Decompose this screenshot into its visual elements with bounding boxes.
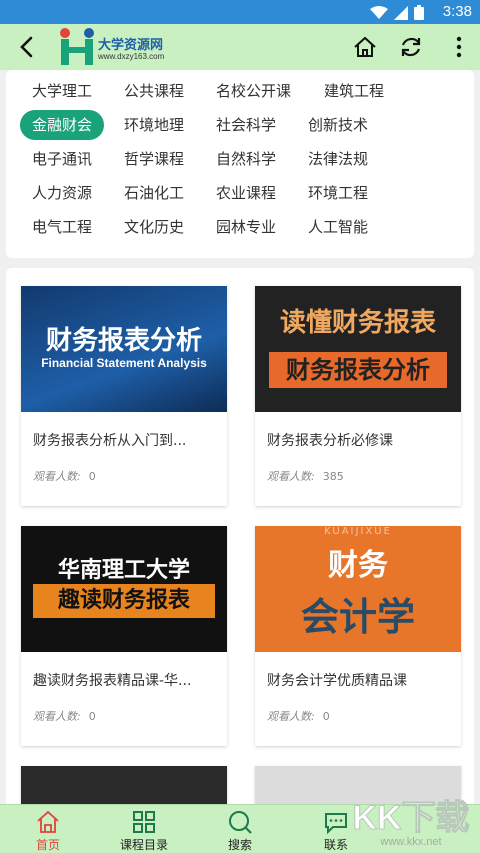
grid-icon [133,811,155,833]
category-item[interactable]: 文化历史 [112,212,196,242]
wifi-icon [370,5,388,19]
nav-label: 课程目录 [119,838,168,852]
views-label: 观看人数: [33,710,81,723]
course-title: 趣读财务报表精品课-华... [33,673,192,689]
views-count: 0 [88,710,96,723]
watermark-text: KK下载 [352,799,470,838]
course-views: 观看人数: 385 [267,468,344,484]
category-item[interactable]: 园林专业 [204,212,288,242]
category-item[interactable]: 石油化工 [112,178,196,208]
course-grid: 财务报表分析 Financial Statement Analysis 财务报表… [6,268,474,808]
thumbnail-text: 读懂财务报表 [279,308,436,338]
course-title: 财务报表分析必修课 [267,433,393,449]
category-item[interactable]: 环境地理 [112,110,196,140]
course-thumbnail: 读懂财务报表 财务报表分析 [255,286,461,412]
kkx-watermark: KK下载 www.kkx.net [346,790,476,853]
status-time: 3:38 [442,3,472,20]
thumbnail-subtext: 趣读财务报表 [33,584,215,618]
views-count: 0 [322,710,330,723]
course-card[interactable]: 读懂财务报表 财务报表分析 财务报表分析必修课 观看人数: 385 [255,286,461,506]
course-card[interactable]: KUAIJIXUE 财务 会计学 财务会计学优质精品课 观看人数: 0 [255,526,461,746]
course-card[interactable]: 华南理工大学 趣读财务报表 趣读财务报表精品课-华... 观看人数: 0 [21,526,227,746]
nav-tab-catalog[interactable]: 课程目录 [96,807,192,853]
home-icon[interactable] [352,34,378,60]
course-thumbnail: 财务报表分析 Financial Statement Analysis [21,286,227,412]
category-item[interactable]: 环境工程 [296,178,380,208]
category-item[interactable]: 电气工程 [20,212,104,242]
views-label: 观看人数: [267,470,315,483]
refresh-icon[interactable] [398,34,424,60]
course-card[interactable] [21,766,227,808]
category-panel: 大学理工 公共课程 名校公开课 建筑工程 金融财会 环境地理 社会科学 创新技术… [6,70,474,258]
category-item[interactable]: 农业课程 [204,178,288,208]
course-thumbnail: KUAIJIXUE 财务 会计学 [255,526,461,652]
app-bar: 大学资源网 www.dxzy163.com [0,24,480,70]
signal-icon [394,5,408,20]
thumbnail-text: 华南理工大学 [57,558,190,583]
views-count: 385 [322,470,344,483]
nav-label: 首页 [35,838,60,852]
category-item[interactable]: 人工智能 [296,212,380,242]
category-item[interactable]: 法律法规 [296,144,380,174]
course-card[interactable]: 财务报表分析 Financial Statement Analysis 财务报表… [21,286,227,506]
status-bar: 3:38 [0,0,480,24]
thumbnail-subtext: Financial Statement Analysis [41,356,207,370]
thumbnail-subtext: 会计学 [300,595,415,639]
course-title: 财务会计学优质精品课 [267,673,407,689]
course-views: 观看人数: 0 [33,708,96,724]
category-item-active[interactable]: 金融财会 [20,110,105,140]
home-icon [37,810,59,833]
nav-tab-home[interactable]: 首页 [0,807,96,853]
logo-url: www.dxzy163.com [98,52,165,61]
course-thumbnail [21,766,227,808]
more-menu-icon[interactable] [446,34,472,60]
category-item[interactable]: 创新技术 [296,110,380,140]
thumbnail-caption: KUAIJIXUE [324,526,392,537]
category-item[interactable]: 名校公开课 [204,76,303,106]
nav-label: 搜索 [227,838,252,852]
category-item[interactable]: 哲学课程 [112,144,196,174]
course-views: 观看人数: 0 [33,468,96,484]
category-item[interactable]: 电子通讯 [20,144,104,174]
nav-tab-search[interactable]: 搜索 [192,807,288,853]
course-thumbnail: 华南理工大学 趣读财务报表 [21,526,227,652]
category-item[interactable]: 建筑工程 [312,76,396,106]
course-title: 财务报表分析从入门到... [33,433,187,449]
search-icon [229,811,252,834]
category-item[interactable]: 自然科学 [204,144,288,174]
thumbnail-text: 财务报表分析 [45,326,202,356]
back-arrow-icon[interactable] [14,34,40,60]
logo-title: 大学资源网 [98,38,164,53]
site-logo[interactable]: 大学资源网 www.dxzy163.com [58,26,178,68]
category-item[interactable]: 大学理工 [20,76,104,106]
views-label: 观看人数: [267,710,315,723]
logo-people-icon [60,28,94,65]
views-label: 观看人数: [33,470,81,483]
status-icons [370,5,424,20]
views-count: 0 [88,470,96,483]
watermark-url: www.kkx.net [380,836,442,848]
thumbnail-text: 财务 [328,548,388,583]
category-item[interactable]: 人力资源 [20,178,104,208]
battery-icon [414,5,424,20]
thumbnail-subtext: 财务报表分析 [269,352,447,388]
course-views: 观看人数: 0 [267,708,330,724]
category-item[interactable]: 社会科学 [204,110,288,140]
category-item[interactable]: 公共课程 [112,76,196,106]
